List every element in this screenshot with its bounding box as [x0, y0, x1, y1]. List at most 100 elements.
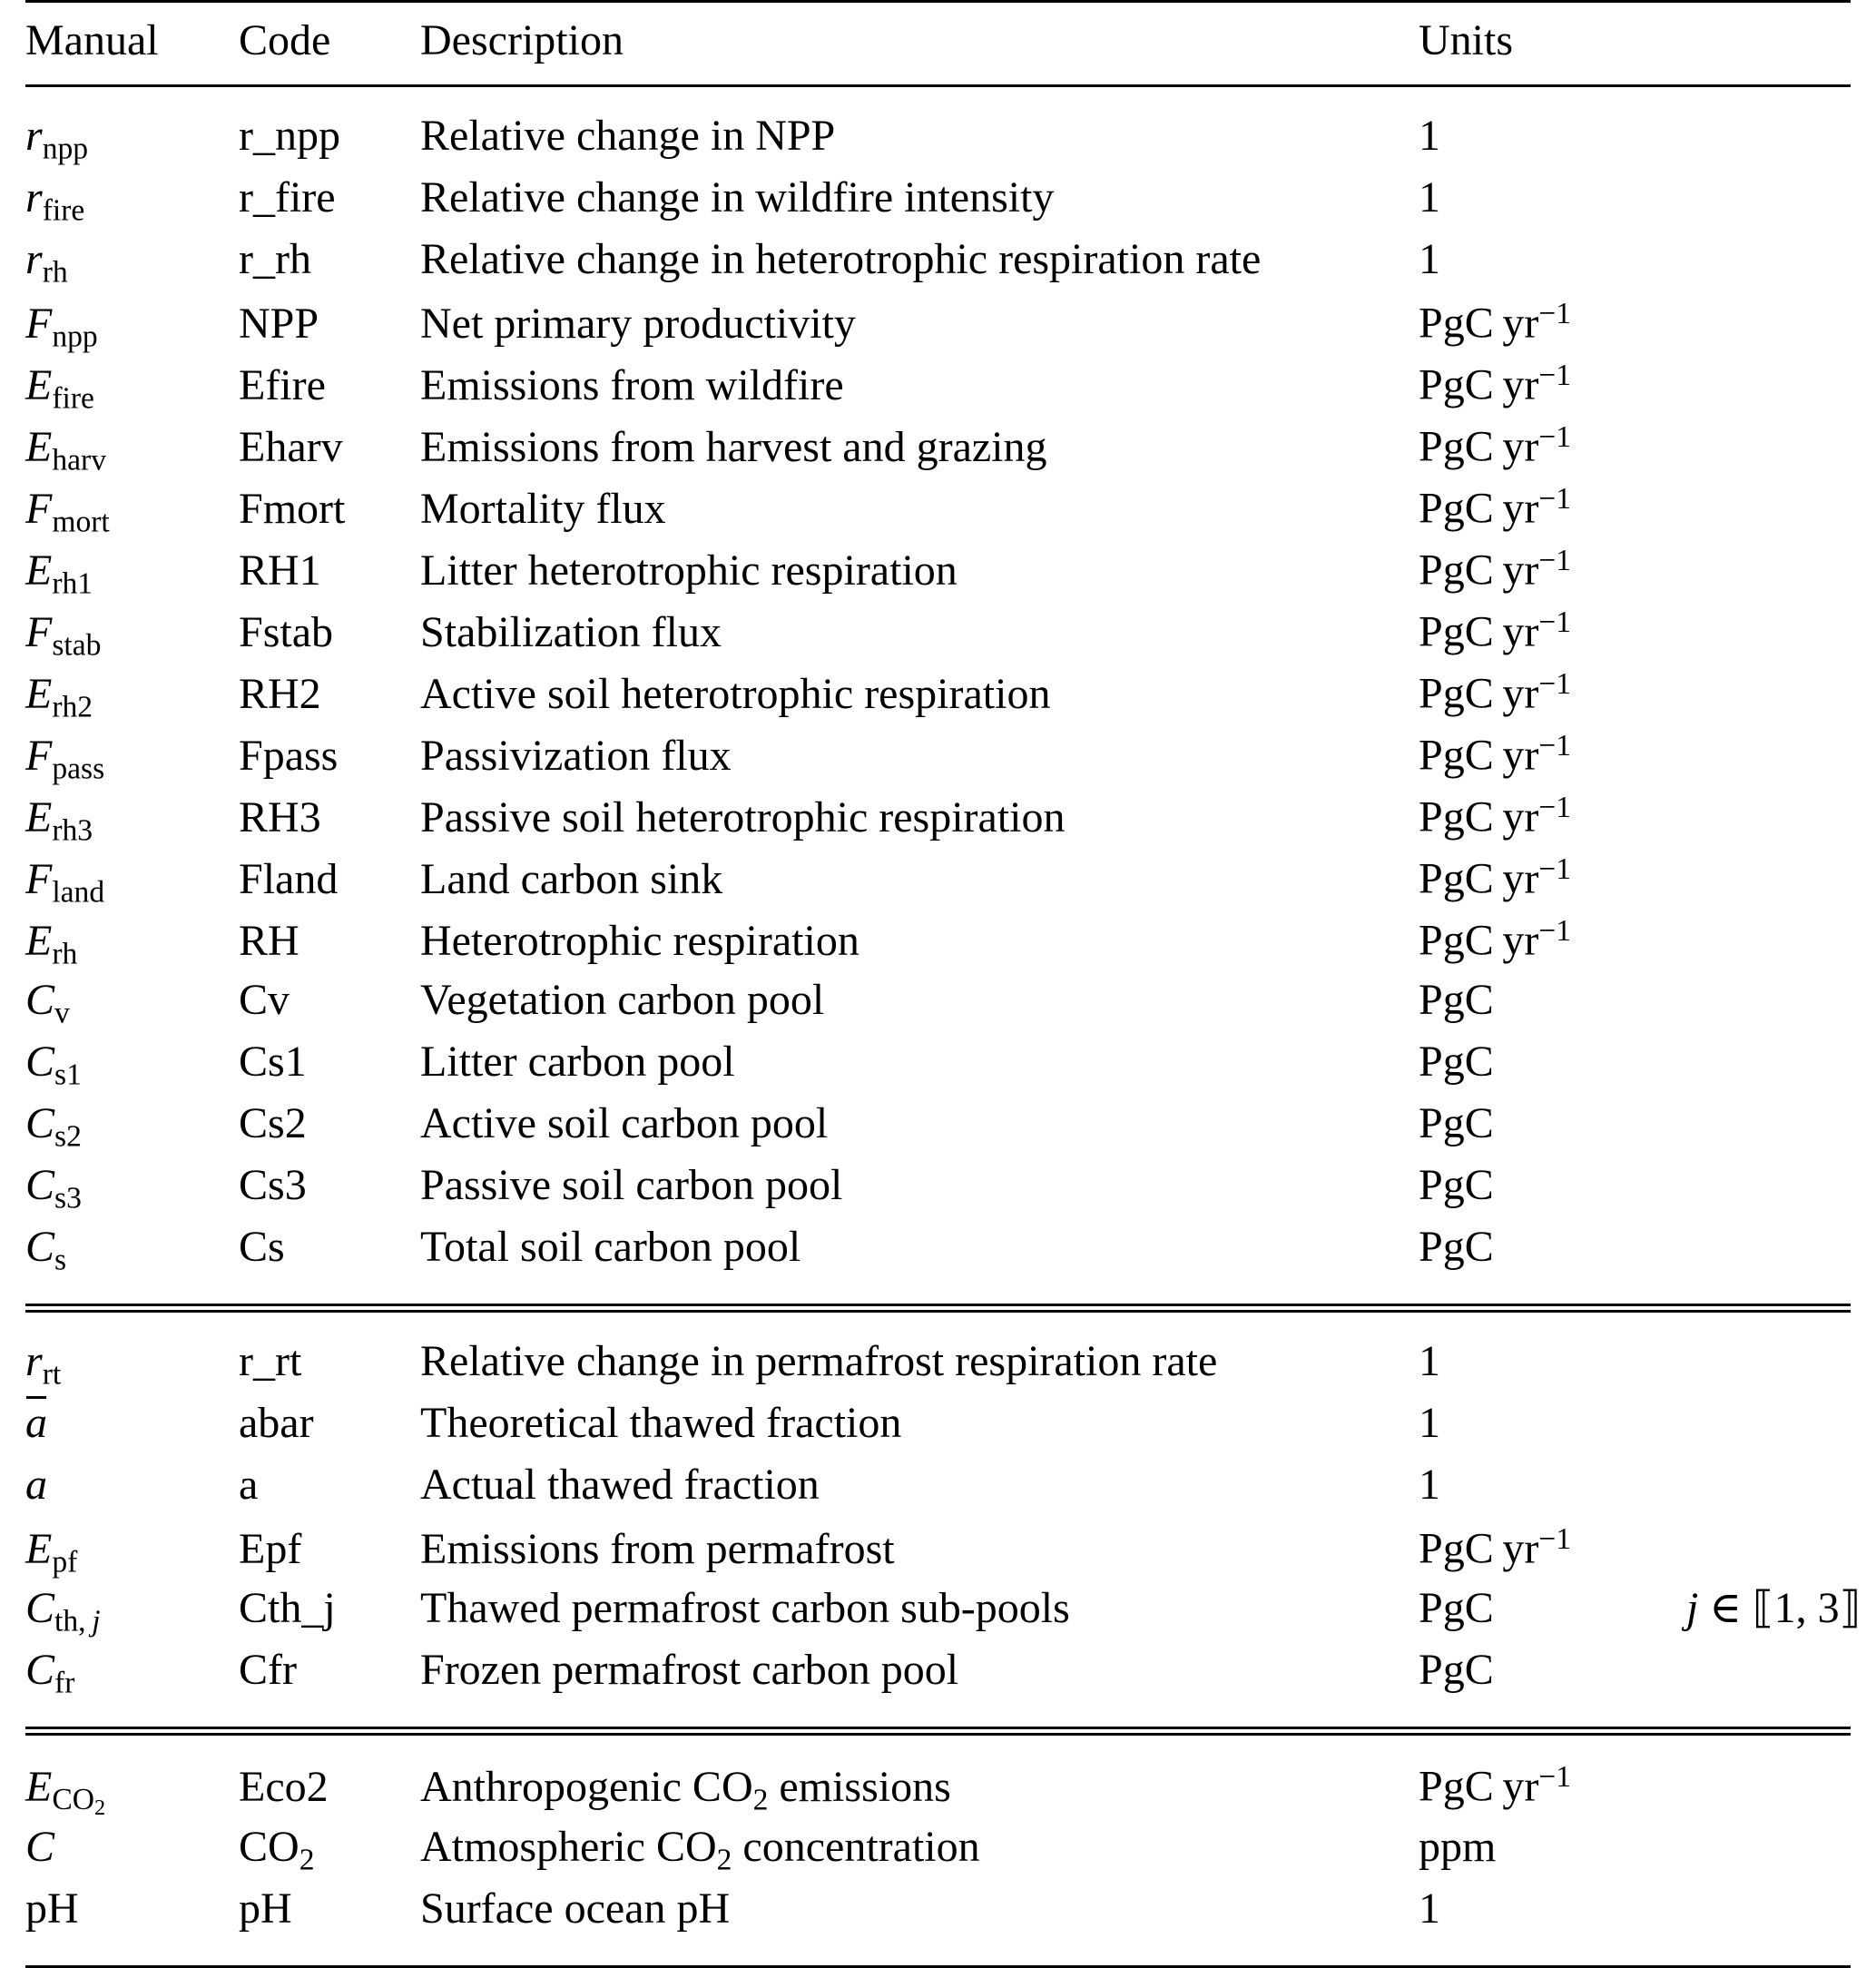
- cell-manual-symbol: Erh3: [25, 792, 93, 848]
- cell-units: 1: [1419, 1399, 1440, 1448]
- cell-code-name: Cfr: [239, 1646, 297, 1695]
- cell-description: Emissions from permafrost: [420, 1524, 895, 1573]
- cell-description: Mortality flux: [420, 484, 666, 533]
- cell-manual-symbol: a: [25, 1461, 47, 1510]
- cell-description: Atmospheric CO2 concentration: [420, 1822, 980, 1877]
- cell-description: Actual thawed fraction: [420, 1461, 820, 1510]
- cell-code-name: CO2: [239, 1822, 315, 1877]
- cell-units: ppm: [1419, 1822, 1497, 1871]
- cell-units: PgC yr−1: [1419, 667, 1572, 718]
- header-code: Code: [239, 16, 331, 64]
- cell-note: [1686, 913, 1851, 975]
- cell-units: PgC: [1419, 976, 1494, 1025]
- cell-manual-symbol: Fland: [25, 854, 105, 910]
- cell-units: PgC yr−1: [1419, 1522, 1572, 1573]
- cell-manual-symbol: Eharv: [25, 422, 106, 477]
- cell-manual-symbol: rrt: [25, 1337, 62, 1392]
- header-note: [1686, 15, 1851, 66]
- cell-note: [1686, 790, 1851, 851]
- cell-manual-symbol: Cv: [25, 976, 70, 1030]
- cell-code-name: RH2: [239, 669, 321, 718]
- section-divider-rule: [25, 1727, 1851, 1737]
- cell-manual-symbol: Cs: [25, 1223, 67, 1277]
- cell-note: [1686, 111, 1851, 172]
- section-rule-row: [25, 1727, 1851, 1737]
- cell-note: [1686, 1398, 1851, 1460]
- table-row: Fnpp NPP Net primary productivity PgC yr−1: [25, 296, 1851, 358]
- cell-code-name: Cs1: [239, 1038, 307, 1087]
- cell-note: [1686, 975, 1851, 1037]
- cell-code-name: Cs3: [239, 1161, 307, 1210]
- cell-units: PgC: [1419, 1099, 1494, 1148]
- header-units: Units: [1419, 16, 1514, 64]
- cell-manual-symbol: Cth, j: [25, 1584, 101, 1638]
- header-pad-bottom: [25, 66, 1851, 86]
- table-row: Cth, j Cth_j Thawed permafrost carbon sub-…: [25, 1583, 1861, 1645]
- cell-description: Stabilization flux: [420, 607, 722, 656]
- cell-manual-symbol: pH: [25, 1884, 79, 1933]
- cell-manual-symbol: Cs1: [25, 1038, 82, 1092]
- cell-note: [1686, 1098, 1851, 1160]
- table-container: Manual Code Description Units rnpp r_npp R…: [0, 0, 1876, 1968]
- cell-units: 1: [1419, 1337, 1440, 1386]
- cell-note: [1686, 1759, 1851, 1821]
- cell-code-name: Eco2: [239, 1762, 329, 1811]
- table-row: Cs1 Cs1 Litter carbon pool PgC: [25, 1037, 1851, 1098]
- spacer: [25, 66, 1851, 86]
- spacer: [25, 1284, 1851, 1305]
- cell-note: [1686, 728, 1851, 790]
- table-row: Epf Epf Emissions from permafrost PgC yr−1: [25, 1521, 1851, 1583]
- cell-units: 1: [1419, 1884, 1440, 1933]
- cell-description: Litter carbon pool: [420, 1038, 735, 1087]
- table-row: ECO2 Eco2 Anthropogenic CO2 emissions PgC y…: [25, 1759, 1851, 1821]
- cell-note: [1686, 481, 1851, 543]
- cell-note: [1686, 1822, 1851, 1884]
- cell-manual-symbol: Fstab: [25, 607, 102, 663]
- cell-description: Active soil heterotrophic respiration: [420, 669, 1051, 718]
- cell-description: Passive soil heterotrophic respiration: [420, 792, 1066, 841]
- spacer: [25, 3, 1851, 15]
- table-body: rnpp r_npp Relative change in NPP 1 rfire r_f…: [25, 111, 1861, 1968]
- cell-units: PgC yr−1: [1419, 297, 1572, 348]
- cell-description: Relative change in NPP: [420, 112, 836, 161]
- cell-manual-symbol: Fnpp: [25, 299, 98, 354]
- cell-manual-symbol: C: [25, 1822, 55, 1871]
- cell-units: PgC yr−1: [1419, 914, 1572, 965]
- cell-note: j ∈ ⟦1, 3⟧: [1686, 1584, 1861, 1633]
- table-row: Erh2 RH2 Active soil heterotrophic respira…: [25, 666, 1851, 728]
- cell-description: Anthropogenic CO2 emissions: [420, 1762, 951, 1817]
- cell-note: [1686, 234, 1851, 296]
- table-row: Fstab Fstab Stabilization flux PgC yr−1: [25, 605, 1851, 666]
- cell-manual-symbol: a: [25, 1395, 239, 1460]
- section-pad-bottom: [25, 1707, 1851, 1728]
- cell-units: PgC yr−1: [1419, 1760, 1572, 1811]
- table-row: Cfr Cfr Frozen permafrost carbon pool PgC: [25, 1645, 1851, 1707]
- cell-note: [1686, 1160, 1851, 1222]
- cell-manual-symbol: rnpp: [25, 112, 89, 166]
- table-row: Fmort Fmort Mortality flux PgC yr−1: [25, 481, 1851, 543]
- cell-code-name: RH1: [239, 546, 321, 595]
- section-divider-rule: [25, 1304, 1851, 1314]
- cell-description: Relative change in permafrost respiratio…: [420, 1337, 1218, 1386]
- table-row: Cs2 Cs2 Active soil carbon pool PgC: [25, 1098, 1851, 1160]
- cell-description: Surface ocean pH: [420, 1884, 731, 1933]
- cell-description: Emissions from wildfire: [420, 360, 844, 409]
- cell-note: [1686, 296, 1851, 358]
- cell-description: Frozen permafrost carbon pool: [420, 1646, 959, 1695]
- cell-description: Thawed permafrost carbon sub-pools: [420, 1584, 1070, 1633]
- cell-units: PgC yr−1: [1419, 544, 1572, 595]
- body-pad-top: [25, 87, 1851, 111]
- cell-note: [1686, 851, 1851, 913]
- cell-description: Emissions from harvest and grazing: [420, 422, 1047, 471]
- cell-code-name: Fpass: [239, 731, 339, 780]
- cell-code-name: r_npp: [239, 112, 340, 161]
- cell-units: 1: [1419, 1461, 1440, 1510]
- cell-note: [1686, 1521, 1851, 1583]
- table-row: rrh r_rh Relative change in heterotrophic …: [25, 234, 1851, 296]
- cell-code-name: Fstab: [239, 607, 334, 656]
- cell-units: PgC yr−1: [1419, 482, 1572, 533]
- cell-note: [1686, 666, 1851, 728]
- table-row: Cs3 Cs3 Passive soil carbon pool PgC: [25, 1160, 1851, 1222]
- cell-manual-symbol: Cs2: [25, 1099, 82, 1154]
- cell-units: PgC: [1419, 1161, 1494, 1210]
